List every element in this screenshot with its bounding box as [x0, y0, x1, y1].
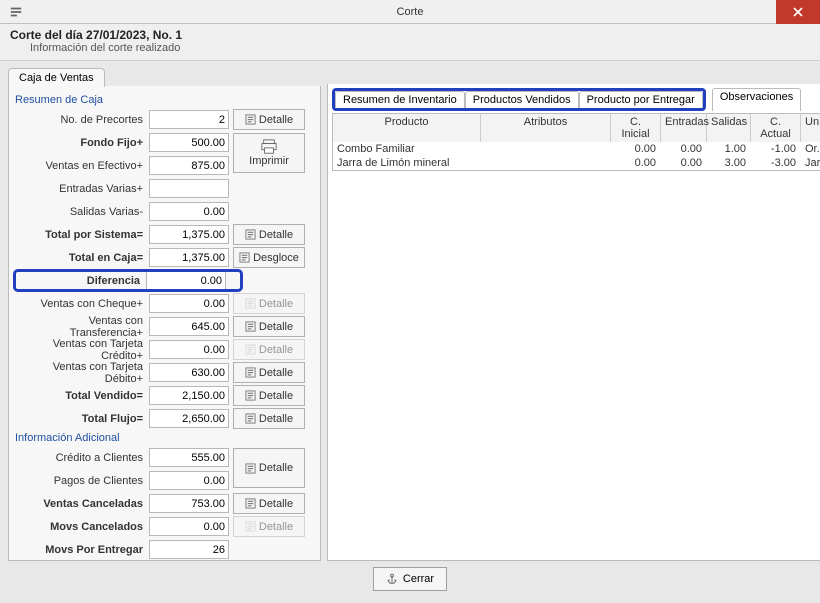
label-entradas-varias: Entradas Varias+: [15, 183, 149, 195]
label-pagos-clientes: Pagos de Clientes: [15, 475, 149, 487]
label-credito-clientes: Crédito a Clientes: [15, 452, 149, 464]
desgloce-button[interactable]: Desgloce: [233, 247, 305, 268]
input-ventas-transf[interactable]: [149, 317, 229, 336]
input-diferencia[interactable]: [146, 271, 226, 290]
input-ventas-tcred[interactable]: [149, 340, 229, 359]
detalle-tcred-button: Detalle: [233, 339, 305, 360]
col-un[interactable]: Un: [801, 114, 820, 142]
detalle-cheque-button: Detalle: [233, 293, 305, 314]
input-fondo-fijo[interactable]: [149, 133, 229, 152]
label-diferencia: Diferencia: [16, 275, 146, 287]
input-ventas-cheque[interactable]: [149, 294, 229, 313]
detalle-sistema-button[interactable]: Detalle: [233, 224, 305, 245]
label-ventas-tcred: Ventas con Tarjeta Crédito+: [15, 338, 149, 362]
label-total-flujo: Total Flujo=: [15, 413, 149, 425]
input-no-precortes[interactable]: [149, 110, 229, 129]
detalle-precortes-button[interactable]: Detalle: [233, 109, 305, 130]
imprimir-button[interactable]: Imprimir: [233, 133, 305, 173]
window-close-button[interactable]: [776, 0, 820, 24]
detalle-pagos-button[interactable]: Detalle: [233, 448, 305, 488]
detalle-movs-canc-button: Detalle: [233, 516, 305, 537]
input-total-caja[interactable]: [149, 248, 229, 267]
detalle-vendido-button[interactable]: Detalle: [233, 385, 305, 406]
tab-caja-ventas[interactable]: Caja de Ventas: [8, 68, 105, 87]
app-icon: [6, 2, 26, 22]
input-total-sistema[interactable]: [149, 225, 229, 244]
title-bar: Corte: [0, 0, 820, 24]
section-info-adicional: Información Adicional: [15, 432, 314, 444]
label-salidas-varias: Salidas Varias-: [15, 206, 149, 218]
tab-observaciones[interactable]: Observaciones: [712, 88, 801, 111]
anchor-icon: [386, 573, 398, 585]
input-pagos-clientes[interactable]: [149, 471, 229, 490]
inventory-tabs-highlight: Resumen de Inventario Productos Vendidos…: [332, 88, 706, 111]
detalle-flujo-button[interactable]: Detalle: [233, 408, 305, 429]
tab-producto-entregar[interactable]: Producto por Entregar: [579, 91, 703, 108]
input-total-flujo[interactable]: [149, 409, 229, 428]
inventory-grid[interactable]: Producto Atributos C. Inicial Entradas S…: [332, 113, 820, 171]
label-ventas-tdeb: Ventas con Tarjeta Débito+: [15, 361, 149, 385]
label-movs-cancelados: Movs Cancelados: [15, 521, 149, 533]
section-resumen-caja: Resumen de Caja: [15, 94, 314, 106]
label-total-sistema: Total por Sistema=: [15, 229, 149, 241]
input-movs-cancelados[interactable]: [149, 517, 229, 536]
label-ventas-transf: Ventas con Transferencia+: [15, 315, 149, 339]
detalle-tdeb-button[interactable]: Detalle: [233, 362, 305, 383]
input-movs-entregar[interactable]: [149, 540, 229, 559]
grid-header: Producto Atributos C. Inicial Entradas S…: [333, 114, 820, 142]
table-row[interactable]: Jarra de Limón mineral0.000.003.00-3.00J…: [333, 156, 820, 170]
input-total-vendido[interactable]: [149, 386, 229, 405]
input-ventas-canceladas[interactable]: [149, 494, 229, 513]
label-ventas-cheque: Ventas con Cheque+: [15, 298, 149, 310]
input-entradas-varias[interactable]: [149, 179, 229, 198]
body: Caja de Ventas Resumen de Caja No. de Pr…: [0, 61, 820, 603]
label-movs-entregar: Movs Por Entregar: [15, 544, 149, 556]
input-credito-clientes[interactable]: [149, 448, 229, 467]
label-total-vendido: Total Vendido=: [15, 390, 149, 402]
tab-productos-vendidos[interactable]: Productos Vendidos: [465, 91, 579, 108]
header-subtitle: Información del corte realizado: [30, 42, 810, 54]
window-title: Corte: [0, 6, 820, 18]
label-ventas-efectivo: Ventas en Efectivo+: [15, 160, 149, 172]
header: Corte del día 27/01/2023, No. 1 Informac…: [0, 24, 820, 61]
label-fondo-fijo: Fondo Fijo+: [15, 137, 149, 149]
col-atributos[interactable]: Atributos: [481, 114, 611, 142]
table-row[interactable]: Combo Familiar0.000.001.00-1.00Or...: [333, 142, 820, 156]
input-salidas-varias[interactable]: [149, 202, 229, 221]
detalle-canceladas-button[interactable]: Detalle: [233, 493, 305, 514]
col-producto[interactable]: Producto: [333, 114, 481, 142]
tab-resumen-inventario[interactable]: Resumen de Inventario: [335, 91, 465, 108]
cerrar-button[interactable]: Cerrar: [373, 567, 447, 591]
col-cactual[interactable]: C. Actual: [751, 114, 801, 142]
input-ventas-efectivo[interactable]: [149, 156, 229, 175]
col-cinicial[interactable]: C. Inicial: [611, 114, 661, 142]
col-entradas[interactable]: Entradas: [661, 114, 707, 142]
detalle-transf-button[interactable]: Detalle: [233, 316, 305, 337]
input-ventas-tdeb[interactable]: [149, 363, 229, 382]
label-no-precortes: No. de Precortes: [15, 114, 149, 126]
label-total-caja: Total en Caja=: [15, 252, 149, 264]
col-salidas[interactable]: Salidas: [707, 114, 751, 142]
header-title: Corte del día 27/01/2023, No. 1: [10, 28, 810, 42]
label-ventas-canceladas: Ventas Canceladas: [15, 498, 149, 510]
